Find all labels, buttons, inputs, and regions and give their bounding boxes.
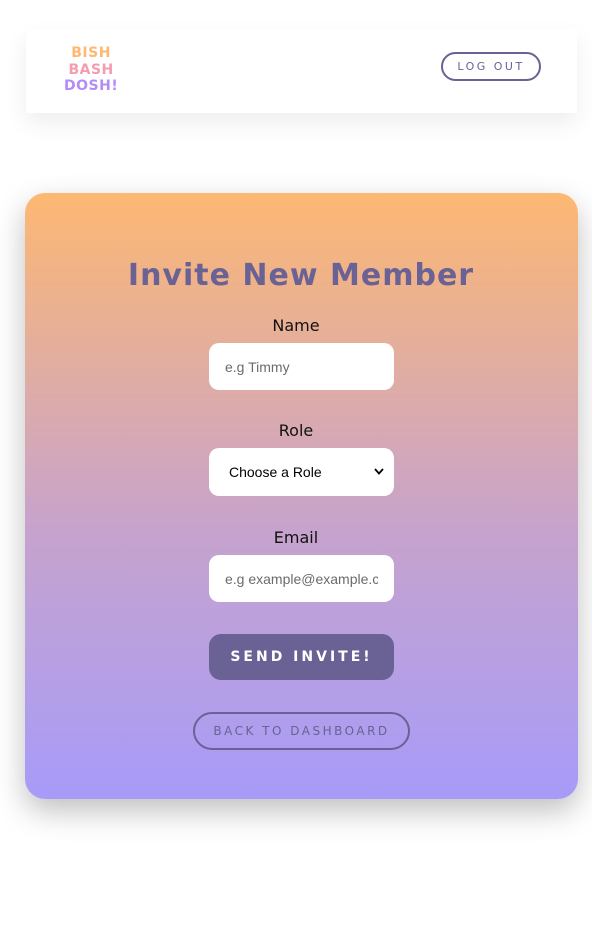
name-label: Name (272, 316, 320, 335)
app-logo[interactable]: BISH BASH DOSH! (64, 45, 118, 95)
name-input[interactable] (209, 343, 394, 390)
role-label: Role (278, 421, 314, 440)
role-select[interactable]: Choose a Role (209, 448, 394, 496)
top-navbar: BISH BASH DOSH! LOG OUT (26, 29, 577, 113)
page-title: Invite New Member (127, 258, 475, 293)
logo-line-2: BASH (68, 61, 114, 78)
logo-line-1: BISH (71, 45, 111, 61)
role-select-value: Choose a Role (229, 464, 322, 480)
email-label: Email (273, 528, 319, 547)
chevron-down-icon (374, 466, 384, 478)
send-invite-button[interactable]: SEND INVITE! (209, 634, 394, 680)
logout-button[interactable]: LOG OUT (441, 52, 541, 81)
email-input[interactable] (209, 555, 394, 602)
back-to-dashboard-button[interactable]: BACK TO DASHBOARD (193, 712, 410, 750)
logo-line-3: DOSH! (64, 78, 119, 94)
